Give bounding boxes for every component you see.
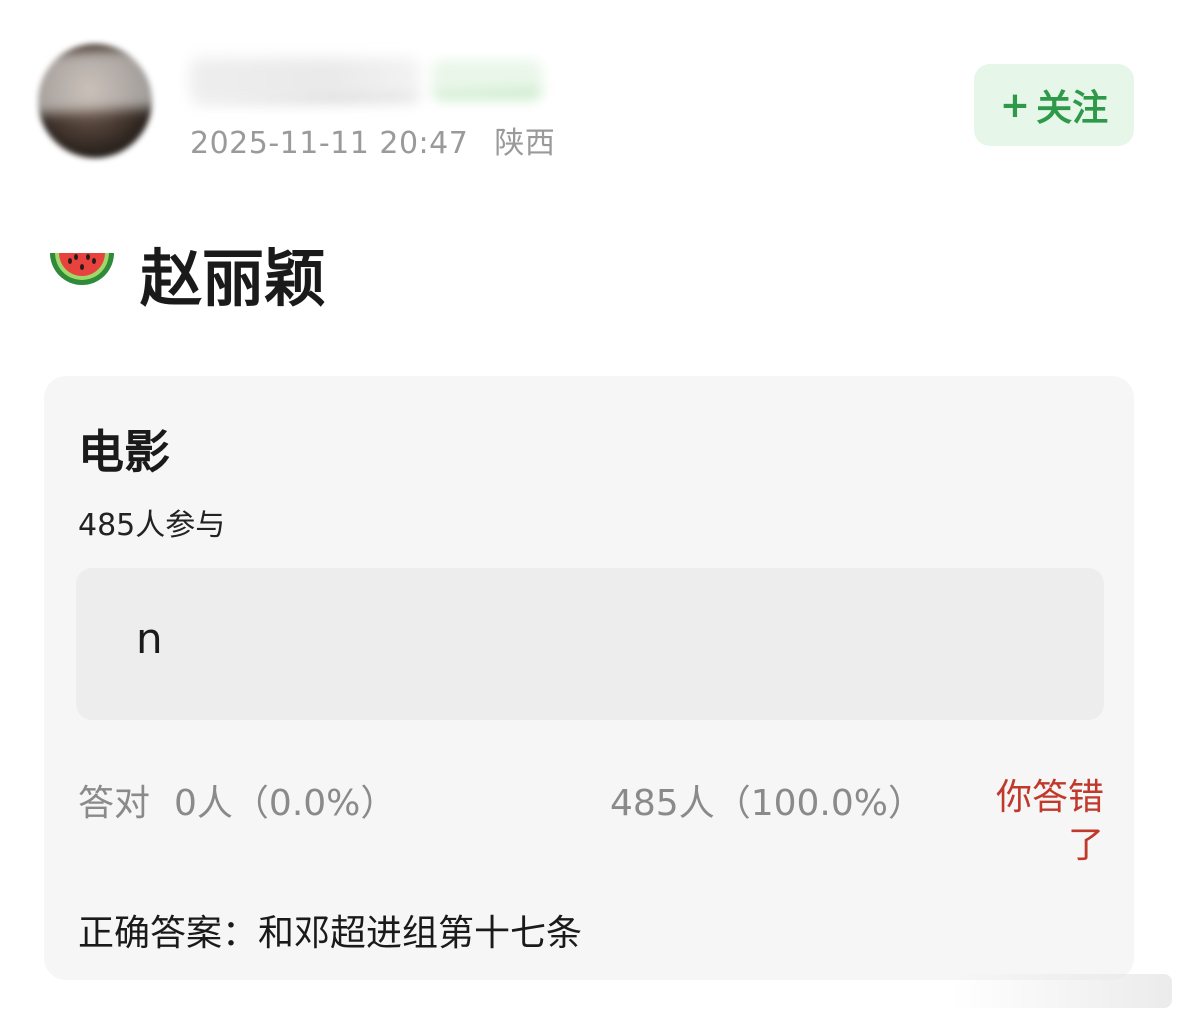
follow-button[interactable]: + 关注 xyxy=(974,64,1134,146)
correct-label: 答对 xyxy=(78,783,151,824)
plus-icon: + xyxy=(999,84,1031,126)
correct-count: 0人（0.0%） xyxy=(174,783,397,824)
answer-option[interactable]: n xyxy=(76,568,1104,720)
quiz-title: 电影 xyxy=(78,425,170,479)
quiz-card: 电影 485人参与 n 答对 0人（0.0%） 485人（100.0%） 你答错了… xyxy=(44,376,1134,980)
follow-label: 关注 xyxy=(1036,88,1109,129)
wrong-count: 485人（100.0%） xyxy=(610,783,924,824)
watermelon-icon xyxy=(50,253,114,285)
watermark xyxy=(952,974,1172,1008)
post-title-row: 赵丽颖 xyxy=(46,228,326,318)
post-location: 陕西 xyxy=(494,126,556,161)
post-timestamp: 2025-11-11 20:47 xyxy=(190,126,469,161)
answer-option-text: n xyxy=(136,614,163,663)
correct-answer: 正确答案：和邓超进组第十七条 xyxy=(78,913,583,954)
participant-count: 485人参与 xyxy=(78,508,226,543)
post-title: 赵丽颖 xyxy=(140,242,327,315)
correct-stats: 答对 0人（0.0%） xyxy=(78,774,396,826)
post-meta: 2025-11-11 20:47 陕西 xyxy=(190,118,571,162)
answer-verdict: 你答错了 xyxy=(995,777,1104,866)
